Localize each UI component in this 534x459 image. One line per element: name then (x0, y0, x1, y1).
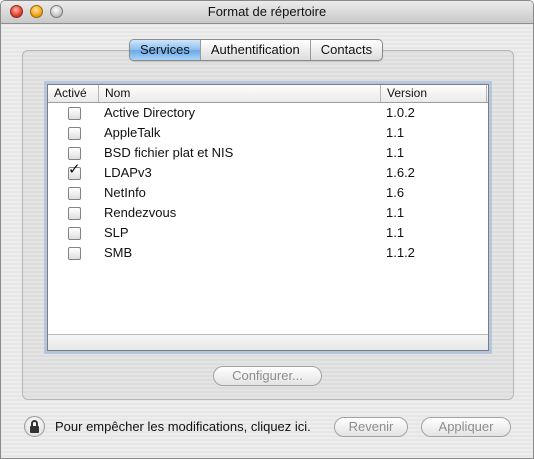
enable-checkbox[interactable] (68, 147, 81, 160)
service-version: 1.6 (386, 185, 405, 200)
enable-checkbox[interactable]: ✓ (68, 162, 81, 180)
service-version: 1.0.2 (386, 105, 415, 120)
column-header-active[interactable]: Activé (48, 85, 99, 102)
table-row[interactable]: NetInfo 1.6 (48, 183, 488, 203)
tab-services[interactable]: Services (130, 40, 200, 60)
table-row[interactable]: Active Directory 1.0.2 (48, 103, 488, 123)
service-name: SMB (104, 245, 133, 260)
service-version: 1.1.2 (386, 245, 415, 260)
service-version: 1.6.2 (386, 165, 415, 180)
table-row[interactable]: BSD fichier plat et NIS 1.1 (48, 143, 488, 163)
service-name: Rendezvous (104, 205, 177, 220)
lock-message: Pour empêcher les modifications, cliquez… (55, 419, 311, 434)
enable-checkbox[interactable] (68, 247, 81, 260)
table-row[interactable]: AppleTalk 1.1 (48, 123, 488, 143)
service-name: BSD fichier plat et NIS (104, 145, 234, 160)
services-table[interactable]: Activé Nom Version Active Directory 1.0.… (47, 84, 489, 351)
column-header-name[interactable]: Nom (99, 85, 381, 102)
enable-checkbox[interactable] (68, 127, 81, 140)
horizontal-scrollbar[interactable] (48, 334, 488, 350)
service-version: 1.1 (386, 225, 405, 240)
service-name: Active Directory (104, 105, 196, 120)
service-name: NetInfo (104, 185, 146, 200)
enable-checkbox[interactable] (68, 227, 81, 240)
enable-checkbox[interactable] (68, 207, 81, 220)
lock-icon[interactable] (24, 416, 45, 437)
tab-contacts[interactable]: Contacts (309, 40, 382, 60)
window: Format de répertoire Services Authentifi… (0, 0, 534, 459)
table-header: Activé Nom Version (48, 85, 488, 103)
checkmark-icon: ✓ (68, 161, 81, 178)
service-name: LDAPv3 (104, 165, 152, 180)
configure-button[interactable]: Configurer... (213, 366, 322, 386)
service-name: AppleTalk (104, 125, 161, 140)
tab-bar: Services Authentification Contacts (129, 39, 384, 61)
column-header-version[interactable]: Version (381, 85, 487, 102)
revert-button[interactable]: Revenir (334, 417, 408, 437)
table-body: Active Directory 1.0.2 AppleTalk 1.1 BSD… (48, 103, 488, 263)
lock-body (30, 426, 39, 433)
table-row[interactable]: SLP 1.1 (48, 223, 488, 243)
service-version: 1.1 (386, 125, 405, 140)
enable-checkbox[interactable] (68, 107, 81, 120)
table-row[interactable]: ✓ LDAPv3 1.6.2 (48, 162, 488, 183)
table-row[interactable]: SMB 1.1.2 (48, 243, 488, 263)
service-name: SLP (104, 225, 129, 240)
tab-authentication[interactable]: Authentification (199, 40, 310, 60)
service-version: 1.1 (386, 205, 405, 220)
enable-checkbox[interactable] (68, 187, 81, 200)
title-bar: Format de répertoire (1, 1, 533, 24)
window-title: Format de répertoire (207, 4, 327, 19)
table-row[interactable]: Rendezvous 1.1 (48, 203, 488, 223)
apply-button[interactable]: Appliquer (421, 417, 511, 437)
service-version: 1.1 (386, 145, 405, 160)
